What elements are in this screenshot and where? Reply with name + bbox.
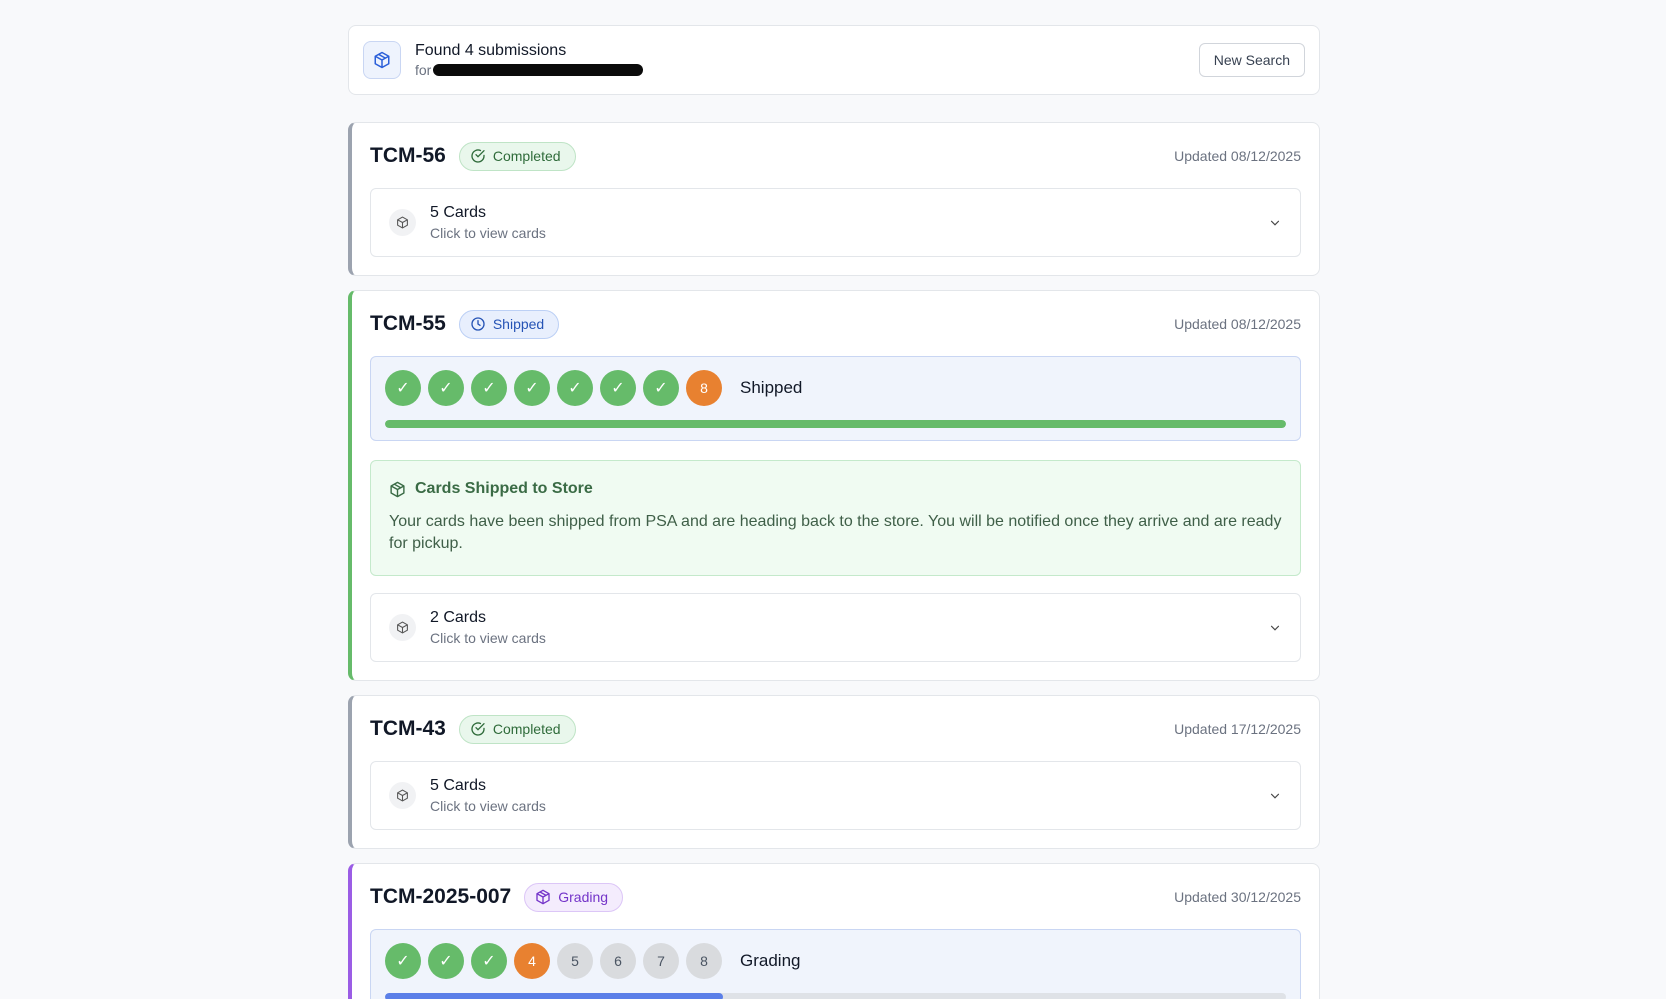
progress-steps: ✓ ✓ ✓ ✓ ✓ ✓ ✓ 8 Shipped xyxy=(385,370,1286,406)
submission-id: TCM-55 xyxy=(370,312,446,335)
progress-step-2: ✓ xyxy=(428,943,464,979)
chevron-down-icon xyxy=(1270,793,1280,799)
package-icon xyxy=(363,41,401,79)
status-badge: Grading xyxy=(524,882,624,912)
progress-step-1: ✓ xyxy=(385,370,421,406)
results-title: Found 4 submissions xyxy=(415,42,567,59)
submission-id: TCM-56 xyxy=(370,144,446,167)
results-subtitle: for xyxy=(415,62,644,78)
progress-step-7: ✓ xyxy=(643,370,679,406)
chevron-down-icon xyxy=(1270,220,1280,226)
progress-bar xyxy=(385,420,1286,428)
cards-hint: Click to view cards xyxy=(430,798,546,814)
submission-card: TCM-55 Shipped Updated 08/12/2025 ✓ ✓ ✓ ✓ ✓ ✓… xyxy=(348,290,1320,681)
note-title: Cards Shipped to Store xyxy=(415,480,593,497)
new-search-button[interactable]: New Search xyxy=(1198,43,1305,77)
progress-steps: ✓ ✓ ✓ 4 5 6 7 8 Grading xyxy=(385,943,1286,979)
submission-card: TCM-56 Completed Updated 08/12/2025 5 Ca… xyxy=(348,122,1320,276)
progress-step-6: 6 xyxy=(600,943,636,979)
progress-tracker: ✓ ✓ ✓ 4 5 6 7 8 Grading xyxy=(370,929,1301,999)
progress-tracker: ✓ ✓ ✓ ✓ ✓ ✓ ✓ 8 Shipped xyxy=(370,356,1301,441)
submission-id: TCM-2025-007 xyxy=(370,885,512,908)
updated-date: Updated 30/12/2025 xyxy=(1174,889,1301,905)
progress-step-4: ✓ xyxy=(514,370,550,406)
progress-bar-fill xyxy=(385,993,723,999)
progress-step-2: ✓ xyxy=(428,370,464,406)
package-icon xyxy=(389,209,416,236)
progress-step-5: ✓ xyxy=(557,370,593,406)
chevron-down-icon xyxy=(1270,625,1280,631)
progress-status-label: Grading xyxy=(740,951,801,970)
status-badge: Completed xyxy=(458,714,576,744)
updated-date: Updated 17/12/2025 xyxy=(1174,721,1301,737)
progress-bar-fill xyxy=(385,420,1286,428)
progress-step-4: 4 xyxy=(514,943,550,979)
progress-step-8: 8 xyxy=(686,370,722,406)
package-icon xyxy=(389,782,416,809)
progress-step-5: 5 xyxy=(557,943,593,979)
progress-step-8: 8 xyxy=(686,943,722,979)
cards-toggle[interactable]: 5 Cards Click to view cards xyxy=(370,188,1301,257)
package-icon xyxy=(536,889,550,905)
package-icon xyxy=(390,481,405,497)
cards-count: 5 Cards xyxy=(430,204,487,221)
note-body: Your cards have been shipped from PSA an… xyxy=(389,513,1282,552)
submission-id: TCM-43 xyxy=(370,717,446,740)
submission-card: TCM-2025-007 Grading Updated 30/12/2025 … xyxy=(348,863,1320,999)
status-badge: Completed xyxy=(458,141,576,171)
submission-card: TCM-43 Completed Updated 17/12/2025 5 Ca… xyxy=(348,695,1320,849)
redacted-email xyxy=(433,64,644,76)
updated-date: Updated 08/12/2025 xyxy=(1174,148,1301,164)
progress-step-3: ✓ xyxy=(471,370,507,406)
updated-date: Updated 08/12/2025 xyxy=(1174,316,1301,332)
cards-hint: Click to view cards xyxy=(430,225,546,241)
cards-hint: Click to view cards xyxy=(430,630,546,646)
package-icon xyxy=(389,614,416,641)
progress-step-7: 7 xyxy=(643,943,679,979)
progress-step-6: ✓ xyxy=(600,370,636,406)
progress-step-3: ✓ xyxy=(471,943,507,979)
status-note: Cards Shipped to Store Your cards have b… xyxy=(370,460,1301,576)
clock-icon xyxy=(471,317,485,331)
for-label: for xyxy=(415,62,432,78)
cards-toggle[interactable]: 5 Cards Click to view cards xyxy=(370,761,1301,830)
results-header: Found 4 submissions for New Search xyxy=(348,25,1320,95)
status-badge: Shipped xyxy=(458,309,560,339)
cards-count: 2 Cards xyxy=(430,609,487,626)
check-circle-icon xyxy=(471,722,485,736)
progress-bar xyxy=(385,993,1286,999)
check-circle-icon xyxy=(471,149,485,163)
cards-toggle[interactable]: 2 Cards Click to view cards xyxy=(370,593,1301,662)
progress-step-1: ✓ xyxy=(385,943,421,979)
results-container: Found 4 submissions for New Search TCM-5… xyxy=(348,25,1320,999)
progress-status-label: Shipped xyxy=(740,378,803,397)
cards-count: 5 Cards xyxy=(430,777,487,794)
